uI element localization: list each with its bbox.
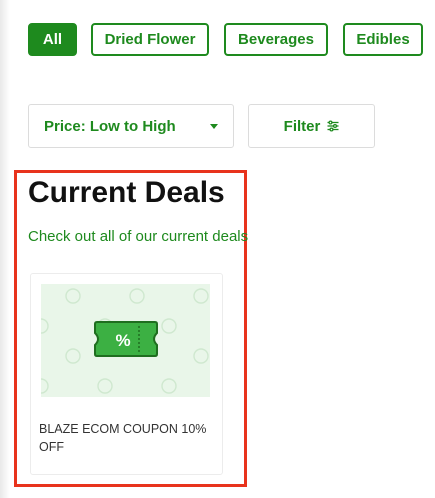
- section-subtitle: Check out all of our current deals: [28, 228, 249, 245]
- coupon-ticket-icon: %: [94, 321, 158, 357]
- sort-select-value: Price: Low to High: [44, 117, 176, 135]
- chip-dried-flower[interactable]: Dried Flower: [91, 23, 209, 56]
- coupon-percent-symbol: %: [115, 331, 130, 350]
- caret-down-icon: [210, 124, 218, 129]
- sort-select[interactable]: Price: Low to High: [28, 104, 234, 148]
- deal-card[interactable]: % BLAZE ECOM COUPON 10% OFF: [30, 273, 223, 475]
- sliders-icon: [327, 120, 339, 132]
- chip-label: All: [42, 31, 63, 48]
- chip-edibles[interactable]: Edibles: [343, 23, 423, 56]
- deal-card-image: %: [41, 284, 210, 397]
- chip-beverages[interactable]: Beverages: [224, 23, 328, 56]
- chip-label: Beverages: [238, 31, 314, 48]
- filter-button-label: Filter: [283, 117, 321, 135]
- chip-label: Dried Flower: [104, 31, 196, 48]
- chip-label: Edibles: [356, 31, 410, 48]
- chip-all[interactable]: All: [28, 23, 77, 56]
- page-edge-shadow: [0, 0, 10, 498]
- filter-button[interactable]: Filter: [248, 104, 375, 148]
- deal-name: BLAZE ECOM COUPON 10% OFF: [39, 422, 207, 454]
- section-title: Current Deals: [28, 176, 225, 209]
